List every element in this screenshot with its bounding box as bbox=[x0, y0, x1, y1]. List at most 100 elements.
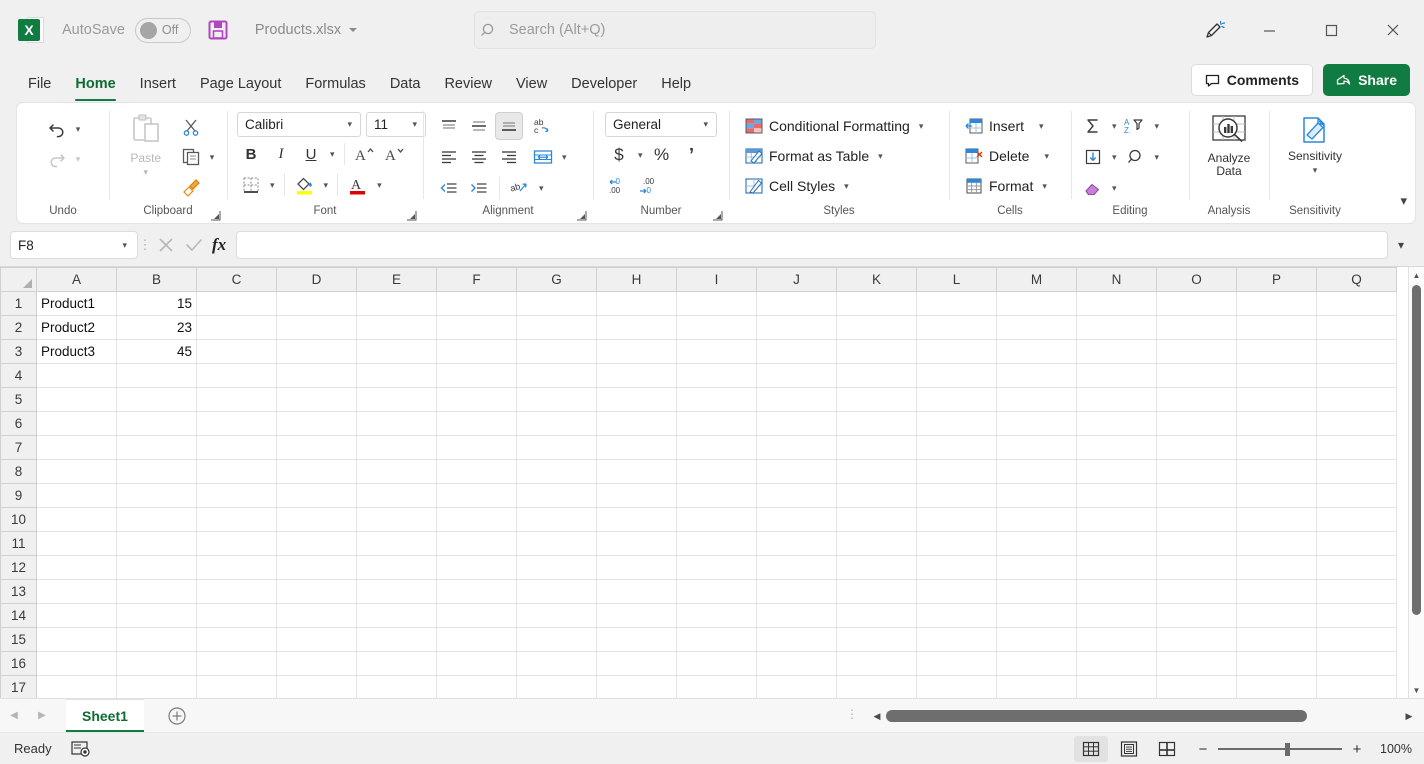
cell-B4[interactable] bbox=[117, 364, 197, 388]
cell-J17[interactable] bbox=[757, 676, 837, 699]
cell-O12[interactable] bbox=[1157, 556, 1237, 580]
clear-chevron-down-icon[interactable]: ▾ bbox=[1109, 183, 1120, 194]
cell-D1[interactable] bbox=[277, 292, 357, 316]
cell-E4[interactable] bbox=[357, 364, 437, 388]
cell-E1[interactable] bbox=[357, 292, 437, 316]
cell-E9[interactable] bbox=[357, 484, 437, 508]
cell-M10[interactable] bbox=[997, 508, 1077, 532]
cell-P8[interactable] bbox=[1237, 460, 1317, 484]
cell-F11[interactable] bbox=[437, 532, 517, 556]
scroll-left-arrow-icon[interactable]: ◀ bbox=[868, 711, 886, 722]
cell-F9[interactable] bbox=[437, 484, 517, 508]
cell-M11[interactable] bbox=[997, 532, 1077, 556]
align-top-button[interactable] bbox=[435, 112, 463, 140]
cell-P6[interactable] bbox=[1237, 412, 1317, 436]
format-painter-button[interactable] bbox=[177, 173, 205, 201]
cell-E2[interactable] bbox=[357, 316, 437, 340]
cell-L8[interactable] bbox=[917, 460, 997, 484]
cell-C4[interactable] bbox=[197, 364, 277, 388]
column-header-c[interactable]: C bbox=[197, 268, 277, 292]
cell-Q1[interactable] bbox=[1317, 292, 1397, 316]
cell-A12[interactable] bbox=[37, 556, 117, 580]
cell-P1[interactable] bbox=[1237, 292, 1317, 316]
undo-button[interactable] bbox=[43, 115, 71, 143]
cell-B17[interactable] bbox=[117, 676, 197, 699]
cell-J15[interactable] bbox=[757, 628, 837, 652]
maximize-button[interactable] bbox=[1300, 7, 1362, 53]
cell-N17[interactable] bbox=[1077, 676, 1157, 699]
format-as-table-button[interactable]: Format as Table ▾ bbox=[739, 141, 892, 171]
cell-C11[interactable] bbox=[197, 532, 277, 556]
cell-L12[interactable] bbox=[917, 556, 997, 580]
decrease-indent-button[interactable] bbox=[435, 174, 463, 202]
increase-indent-button[interactable] bbox=[465, 174, 493, 202]
row-header-14[interactable]: 14 bbox=[1, 604, 37, 628]
cell-G16[interactable] bbox=[517, 652, 597, 676]
cell-D15[interactable] bbox=[277, 628, 357, 652]
cell-A1[interactable]: Product1 bbox=[37, 292, 117, 316]
analyze-data-button[interactable]: Analyze Data bbox=[1196, 109, 1262, 178]
cell-M15[interactable] bbox=[997, 628, 1077, 652]
cell-H13[interactable] bbox=[597, 580, 677, 604]
undo-dropdown-chevron-down-icon[interactable]: ▾ bbox=[73, 124, 84, 135]
cell-I9[interactable] bbox=[677, 484, 757, 508]
cell-H17[interactable] bbox=[597, 676, 677, 699]
cell-K3[interactable] bbox=[837, 340, 917, 364]
column-header-i[interactable]: I bbox=[677, 268, 757, 292]
cell-F17[interactable] bbox=[437, 676, 517, 699]
cell-C15[interactable] bbox=[197, 628, 277, 652]
cell-Q7[interactable] bbox=[1317, 436, 1397, 460]
fill-chevron-down-icon[interactable]: ▾ bbox=[1109, 152, 1120, 163]
cell-G4[interactable] bbox=[517, 364, 597, 388]
cell-D9[interactable] bbox=[277, 484, 357, 508]
merge-and-center-button[interactable] bbox=[529, 143, 557, 171]
row-header-9[interactable]: 9 bbox=[1, 484, 37, 508]
cell-C3[interactable] bbox=[197, 340, 277, 364]
row-header-2[interactable]: 2 bbox=[1, 316, 37, 340]
cell-L13[interactable] bbox=[917, 580, 997, 604]
number-dialog-launcher[interactable] bbox=[712, 210, 723, 221]
cell-G9[interactable] bbox=[517, 484, 597, 508]
cell-I8[interactable] bbox=[677, 460, 757, 484]
cell-J2[interactable] bbox=[757, 316, 837, 340]
align-right-button[interactable] bbox=[495, 143, 523, 171]
cell-Q8[interactable] bbox=[1317, 460, 1397, 484]
save-icon[interactable] bbox=[207, 19, 229, 41]
cell-I6[interactable] bbox=[677, 412, 757, 436]
cell-Q9[interactable] bbox=[1317, 484, 1397, 508]
vertical-scrollbar[interactable]: ▲ ▼ bbox=[1408, 267, 1424, 698]
cell-Q5[interactable] bbox=[1317, 388, 1397, 412]
cell-J12[interactable] bbox=[757, 556, 837, 580]
row-header-5[interactable]: 5 bbox=[1, 388, 37, 412]
cell-B13[interactable] bbox=[117, 580, 197, 604]
cell-D10[interactable] bbox=[277, 508, 357, 532]
cell-E17[interactable] bbox=[357, 676, 437, 699]
cell-Q3[interactable] bbox=[1317, 340, 1397, 364]
cell-L11[interactable] bbox=[917, 532, 997, 556]
cell-H14[interactable] bbox=[597, 604, 677, 628]
cell-P13[interactable] bbox=[1237, 580, 1317, 604]
cell-D5[interactable] bbox=[277, 388, 357, 412]
cell-K16[interactable] bbox=[837, 652, 917, 676]
row-header-1[interactable]: 1 bbox=[1, 292, 37, 316]
tab-help[interactable]: Help bbox=[649, 68, 703, 102]
format-cells-button[interactable]: Format ▾ bbox=[959, 171, 1056, 201]
column-header-g[interactable]: G bbox=[517, 268, 597, 292]
cell-G17[interactable] bbox=[517, 676, 597, 699]
cell-H4[interactable] bbox=[597, 364, 677, 388]
cell-D3[interactable] bbox=[277, 340, 357, 364]
row-header-6[interactable]: 6 bbox=[1, 412, 37, 436]
cell-A4[interactable] bbox=[37, 364, 117, 388]
tab-data[interactable]: Data bbox=[378, 68, 433, 102]
cell-B12[interactable] bbox=[117, 556, 197, 580]
redo-button[interactable] bbox=[43, 145, 71, 173]
percent-format-button[interactable]: % bbox=[648, 141, 676, 169]
cell-G7[interactable] bbox=[517, 436, 597, 460]
column-header-k[interactable]: K bbox=[837, 268, 917, 292]
cell-C7[interactable] bbox=[197, 436, 277, 460]
font-color-button[interactable]: A bbox=[344, 171, 372, 199]
tab-page-layout[interactable]: Page Layout bbox=[188, 68, 293, 102]
cell-D2[interactable] bbox=[277, 316, 357, 340]
merge-chevron-down-icon[interactable]: ▾ bbox=[559, 152, 570, 163]
underline-chevron-down-icon[interactable]: ▾ bbox=[327, 149, 338, 160]
